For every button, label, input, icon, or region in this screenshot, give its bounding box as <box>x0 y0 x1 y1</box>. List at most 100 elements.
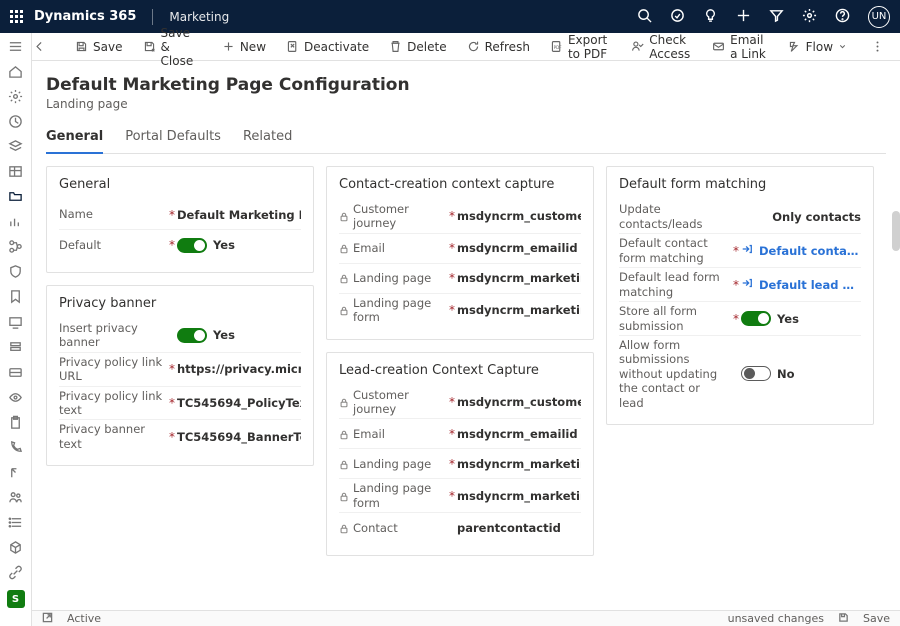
clock-icon[interactable] <box>8 114 24 129</box>
field-label: Allow form submissions without updating … <box>619 338 731 410</box>
search-icon[interactable] <box>637 8 652 26</box>
layered-icon[interactable] <box>8 139 24 154</box>
save-label: Save <box>93 40 122 54</box>
app-name[interactable]: Marketing <box>169 10 229 24</box>
field-privacy-banner-text[interactable]: Privacy banner text * TC545694_BannerTex… <box>59 420 301 453</box>
hamburger-icon[interactable] <box>8 39 24 54</box>
toggle-insert-banner[interactable]: Yes <box>177 328 235 343</box>
field-insert-privacy-banner[interactable]: Insert privacy banner Yes <box>59 319 301 353</box>
list-icon[interactable] <box>8 515 24 530</box>
page-subtitle: Landing page <box>46 97 886 111</box>
flow-button[interactable]: Flow <box>780 37 855 57</box>
tab-related[interactable]: Related <box>243 123 292 154</box>
cube-icon[interactable] <box>8 540 24 555</box>
toggle-switch[interactable] <box>177 328 207 343</box>
table-icon[interactable] <box>8 164 24 179</box>
arrow-up-icon[interactable] <box>8 465 24 480</box>
field-label: Email <box>353 241 385 255</box>
deactivate-label: Deactivate <box>304 40 369 54</box>
field-customer-journey[interactable]: Customer journey * msdyncrm_customerjo..… <box>339 386 581 420</box>
flow-link-icon <box>741 277 753 292</box>
field-label: Name <box>59 207 167 221</box>
user-avatar[interactable]: UN <box>868 6 890 28</box>
scrollbar-thumb[interactable] <box>892 211 900 251</box>
toggle-switch[interactable] <box>177 238 207 253</box>
settings-icon[interactable] <box>802 8 817 26</box>
required-indicator: * <box>447 427 457 441</box>
field-customer-journey[interactable]: Customer journey * msdyncrm_customerjo..… <box>339 200 581 234</box>
stack-icon[interactable] <box>8 340 24 355</box>
toggle-store-all[interactable]: Yes <box>741 311 799 326</box>
folder-icon[interactable] <box>8 189 24 204</box>
popout-icon[interactable] <box>42 612 53 626</box>
bookmark-icon[interactable] <box>8 289 24 304</box>
field-email[interactable]: Email * msdyncrm_emailid <box>339 419 581 449</box>
more-commands-button[interactable] <box>863 37 892 56</box>
field-email[interactable]: Email * msdyncrm_emailid <box>339 234 581 264</box>
tab-general[interactable]: General <box>46 123 103 154</box>
people-icon[interactable] <box>8 490 24 505</box>
email-link-button[interactable]: Email a Link <box>704 30 775 64</box>
field-landing-form[interactable]: Landing page form * msdyncrm_marketingf.… <box>339 294 581 327</box>
clipboard-icon[interactable] <box>8 415 24 430</box>
field-label: Customer journey <box>353 388 443 417</box>
card-icon[interactable] <box>8 365 24 380</box>
field-landing-page[interactable]: Landing page * msdyncrm_marketingp... <box>339 264 581 294</box>
field-landing-page[interactable]: Landing page * msdyncrm_marketingp... <box>339 449 581 479</box>
field-default[interactable]: Default * Yes <box>59 230 301 260</box>
home-icon[interactable] <box>8 64 24 79</box>
check-access-button[interactable]: Check Access <box>623 30 700 64</box>
new-button[interactable]: New <box>214 37 274 57</box>
task-icon[interactable] <box>670 8 685 26</box>
field-store-all-submission[interactable]: Store all form submission * Yes <box>619 302 861 336</box>
filter-icon[interactable] <box>769 8 784 26</box>
tab-portal-defaults[interactable]: Portal Defaults <box>125 123 221 154</box>
toggle-switch[interactable] <box>741 366 771 381</box>
field-privacy-url[interactable]: Privacy policy link URL * https://privac… <box>59 353 301 387</box>
branch-icon[interactable] <box>8 239 24 254</box>
lock-icon <box>339 429 349 439</box>
save-button[interactable]: Save <box>67 37 130 57</box>
lightbulb-icon[interactable] <box>703 8 718 26</box>
deactivate-button[interactable]: Deactivate <box>278 37 377 57</box>
toggle-label: Yes <box>213 238 235 252</box>
field-value: TC545694_BannerText_TjO <box>177 430 301 444</box>
field-default-contact-matching[interactable]: Default contact form matching * Default … <box>619 234 861 268</box>
toggle-label: No <box>777 367 795 381</box>
field-landing-form[interactable]: Landing page form * msdyncrm_marketingf.… <box>339 479 581 513</box>
record-status: Active <box>67 612 101 625</box>
field-update-contacts-leads[interactable]: Update contacts/leads Only contacts <box>619 200 861 234</box>
link-icon[interactable] <box>8 565 24 580</box>
phone-icon[interactable] <box>8 440 24 455</box>
gear-icon[interactable] <box>8 89 24 104</box>
field-label: Privacy policy link URL <box>59 355 167 384</box>
help-icon[interactable] <box>835 8 850 26</box>
field-contact[interactable]: Contact parentcontactid <box>339 513 581 543</box>
field-default-lead-matching[interactable]: Default lead form matching * Default lea… <box>619 268 861 302</box>
field-privacy-link-text[interactable]: Privacy policy link text * TC545694_Poli… <box>59 387 301 421</box>
toggle-switch[interactable] <box>741 311 771 326</box>
status-bar: Active unsaved changes Save <box>32 610 900 626</box>
lookup-link[interactable]: Default contact mat... <box>759 244 861 258</box>
delete-button[interactable]: Delete <box>381 37 454 57</box>
refresh-button[interactable]: Refresh <box>459 37 538 57</box>
form-body: Default Marketing Page Configuration Lan… <box>32 61 900 610</box>
lookup-link[interactable]: Default lead matchi... <box>759 278 861 292</box>
save-icon[interactable] <box>838 612 849 626</box>
area-switcher[interactable]: S <box>7 590 25 608</box>
field-allow-without-update[interactable]: Allow form submissions without updating … <box>619 336 861 412</box>
shield-icon[interactable] <box>8 264 24 279</box>
chart-icon[interactable] <box>8 214 24 229</box>
add-icon[interactable] <box>736 8 751 26</box>
product-name[interactable]: Dynamics 365 <box>34 9 136 24</box>
monitor-icon[interactable] <box>8 315 24 330</box>
field-name[interactable]: Name * Default Marketing Page ... <box>59 200 301 230</box>
eye-icon[interactable] <box>8 390 24 405</box>
toggle-default[interactable]: Yes <box>177 238 235 253</box>
app-launcher-icon[interactable] <box>10 10 24 24</box>
footer-save-label[interactable]: Save <box>863 612 890 625</box>
toggle-allow-without-update[interactable]: No <box>741 366 795 381</box>
field-value: https://privacy.micro... <box>177 362 301 376</box>
export-pdf-button[interactable]: PDFExport to PDF <box>542 30 619 64</box>
lock-icon <box>339 459 349 469</box>
